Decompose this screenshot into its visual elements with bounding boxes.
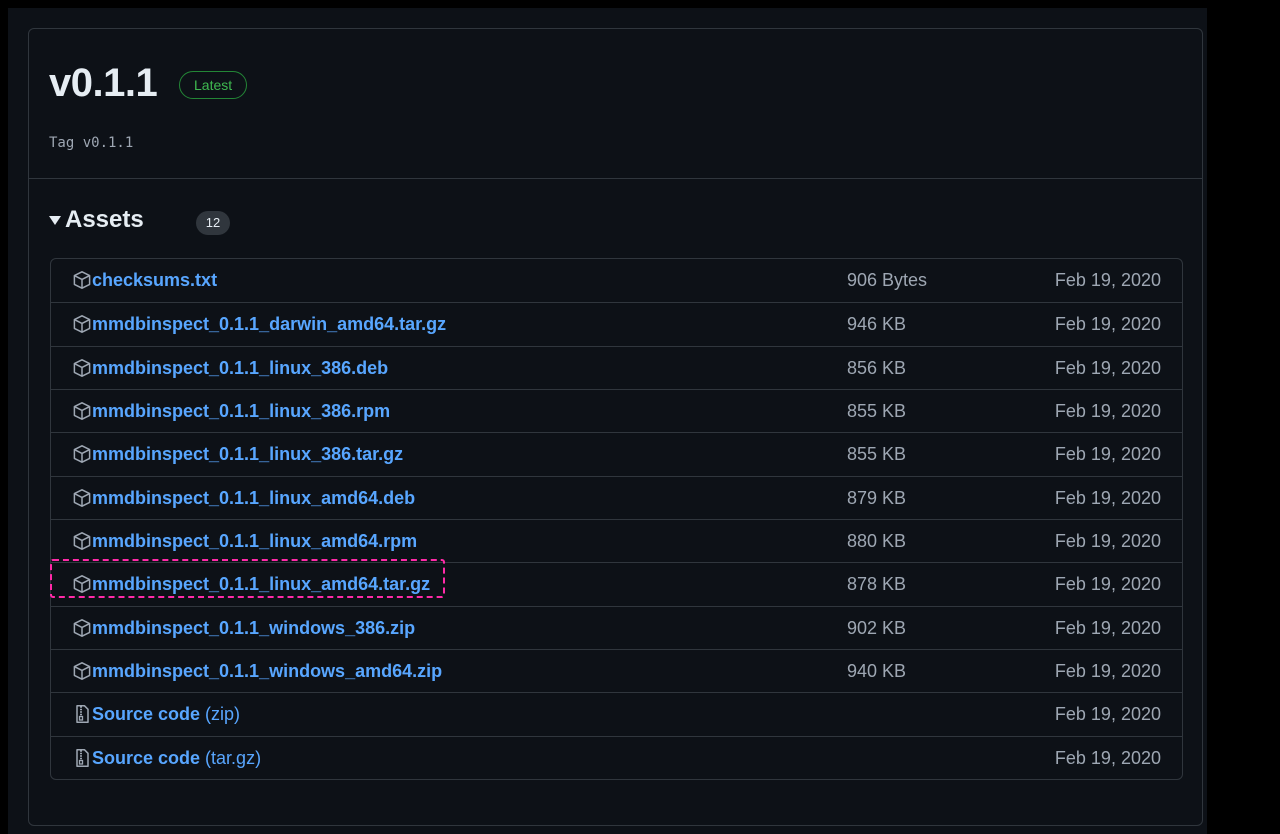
asset-date: Feb 19, 2020 — [1054, 270, 1161, 290]
asset-link[interactable]: mmdbinspect_0.1.1_windows_amd64.zip — [92, 650, 442, 693]
asset-date: Feb 19, 2020 — [1054, 400, 1161, 421]
asset-link[interactable]: mmdbinspect_0.1.1_linux_amd64.tar.gz — [92, 563, 430, 606]
asset-date: Feb 19, 2020 — [1054, 314, 1161, 335]
tag-label: Tag v0.1.1 — [49, 135, 134, 151]
asset-size: 902 KB — [847, 617, 907, 638]
asset-row: mmdbinspect_0.1.1_linux_amd64.tar.gz 878 … — [51, 562, 1182, 605]
asset-row: mmdbinspect_0.1.1_linux_amd64.rpm 880 KB F… — [51, 518, 1182, 563]
package-icon-svg — [73, 315, 91, 334]
asset-name: Source code — [92, 704, 201, 725]
file-zip-icon — [72, 704, 92, 724]
assets-toggle[interactable]: Assets 12 — [49, 204, 449, 240]
asset-row: Source code (tar.gz) Feb 19, 2020 — [51, 735, 1182, 779]
asset-link[interactable]: mmdbinspect_0.1.1_linux_386.rpm — [92, 390, 390, 433]
assets-count-badge: 12 — [196, 211, 230, 235]
package-icon — [72, 444, 92, 464]
asset-date: Feb 19, 2020 — [1054, 704, 1161, 725]
asset-name: mmdbinspect_0.1.1_windows_amd64.zip — [92, 660, 443, 681]
release-header: v0.1.1 Latest Tag v0.1.1 — [29, 29, 1202, 179]
package-icon — [72, 488, 92, 508]
package-icon-svg — [73, 445, 91, 464]
asset-row: mmdbinspect_0.1.1_linux_386.tar.gz 855 KB… — [51, 432, 1182, 475]
asset-size: 855 KB — [847, 444, 907, 465]
package-icon — [72, 358, 92, 378]
asset-date: Feb 19, 2020 — [1054, 487, 1161, 508]
package-icon-svg — [73, 402, 91, 420]
asset-format: (tar.gz) — [200, 747, 262, 768]
asset-format: (zip) — [200, 704, 241, 725]
asset-link[interactable]: Source code (zip) — [92, 693, 240, 736]
asset-link[interactable]: mmdbinspect_0.1.1_windows_386.zip — [92, 607, 415, 650]
package-icon — [72, 618, 92, 638]
release-title[interactable]: v0.1.1 — [49, 59, 158, 107]
package-icon — [72, 661, 92, 681]
asset-date: Feb 19, 2020 — [1054, 357, 1161, 378]
asset-date: Feb 19, 2020 — [1054, 617, 1161, 638]
package-icon — [72, 401, 92, 421]
asset-size: 879 KB — [847, 487, 907, 508]
asset-link[interactable]: mmdbinspect_0.1.1_linux_386.tar.gz — [92, 433, 403, 476]
file-zip-icon-svg — [76, 705, 89, 724]
asset-row: Source code (zip) Feb 19, 2020 — [51, 692, 1182, 735]
package-icon-svg — [73, 488, 91, 507]
asset-link[interactable]: mmdbinspect_0.1.1_linux_amd64.deb — [92, 477, 415, 520]
file-zip-icon — [72, 748, 92, 768]
asset-link[interactable]: mmdbinspect_0.1.1_linux_386.deb — [92, 347, 388, 390]
package-icon — [72, 270, 92, 290]
asset-name: mmdbinspect_0.1.1_linux_amd64.tar.gz — [92, 574, 431, 595]
assets-list: checksums.txt 906 Bytes Feb 19, 2020 mmdbin… — [50, 258, 1183, 780]
asset-name: mmdbinspect_0.1.1_linux_386.rpm — [92, 400, 391, 421]
asset-name: mmdbinspect_0.1.1_darwin_amd64.tar.gz — [92, 314, 447, 335]
asset-name: mmdbinspect_0.1.1_windows_386.zip — [92, 617, 416, 638]
asset-link[interactable]: mmdbinspect_0.1.1_linux_amd64.rpm — [92, 520, 417, 563]
asset-size: 946 KB — [847, 314, 907, 335]
asset-row: mmdbinspect_0.1.1_darwin_amd64.tar.gz 946… — [51, 302, 1182, 345]
package-icon-svg — [73, 662, 91, 680]
asset-date: Feb 19, 2020 — [1054, 574, 1161, 595]
asset-row: mmdbinspect_0.1.1_linux_amd64.deb 879 KB F… — [51, 475, 1182, 520]
triangle-down-icon — [49, 216, 61, 225]
release-card: v0.1.1 Latest Tag v0.1.1 Assets 12 check… — [28, 28, 1203, 826]
package-icon — [72, 314, 92, 334]
asset-name: checksums.txt — [92, 270, 218, 290]
package-icon-svg — [73, 358, 91, 377]
asset-size: 880 KB — [847, 530, 907, 551]
package-icon — [72, 574, 92, 594]
package-icon-svg — [73, 532, 91, 550]
asset-date: Feb 19, 2020 — [1054, 747, 1161, 768]
asset-name: mmdbinspect_0.1.1_linux_386.deb — [92, 357, 389, 378]
asset-link[interactable]: Source code (tar.gz) — [92, 737, 262, 779]
asset-row: checksums.txt 906 Bytes Feb 19, 2020 — [51, 259, 1182, 302]
asset-date: Feb 19, 2020 — [1054, 530, 1161, 551]
asset-name: mmdbinspect_0.1.1_linux_386.tar.gz — [92, 444, 404, 465]
assets-title: Assets — [65, 206, 144, 233]
screen: v0.1.1 Latest Tag v0.1.1 Assets 12 check… — [8, 8, 1207, 834]
asset-name: mmdbinspect_0.1.1_linux_amd64.rpm — [92, 530, 418, 551]
asset-size: 855 KB — [847, 400, 907, 421]
package-icon — [72, 531, 92, 551]
asset-link[interactable]: mmdbinspect_0.1.1_darwin_amd64.tar.gz — [92, 303, 446, 346]
asset-size: 940 KB — [847, 660, 907, 681]
asset-size: 878 KB — [847, 574, 907, 595]
package-icon-svg — [73, 271, 91, 289]
asset-link[interactable]: checksums.txt — [92, 259, 217, 302]
asset-size: 856 KB — [847, 357, 907, 378]
asset-date: Feb 19, 2020 — [1054, 660, 1161, 681]
file-zip-icon-svg — [76, 748, 89, 767]
asset-name: Source code — [92, 747, 201, 768]
asset-name: mmdbinspect_0.1.1_linux_amd64.deb — [92, 487, 416, 508]
latest-badge: Latest — [179, 71, 248, 99]
asset-row: mmdbinspect_0.1.1_linux_386.rpm 855 KB Feb… — [51, 388, 1182, 433]
asset-date: Feb 19, 2020 — [1054, 444, 1161, 465]
asset-row: mmdbinspect_0.1.1_windows_386.zip 902 KB F… — [51, 605, 1182, 650]
asset-size: 906 Bytes — [847, 270, 928, 290]
asset-row: mmdbinspect_0.1.1_windows_amd64.zip 940 K… — [51, 648, 1182, 693]
asset-row: mmdbinspect_0.1.1_linux_386.deb 856 KB Feb… — [51, 345, 1182, 390]
package-icon-svg — [73, 618, 91, 637]
package-icon-svg — [73, 575, 91, 594]
